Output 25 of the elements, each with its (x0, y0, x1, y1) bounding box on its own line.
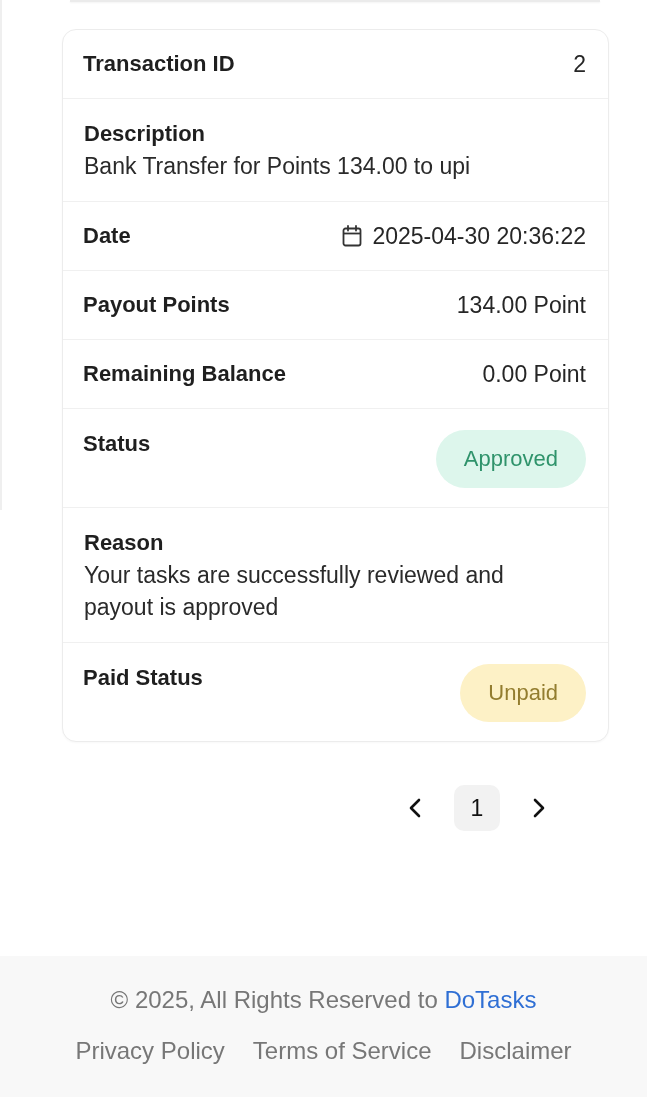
status-badge: Approved (435, 430, 586, 488)
field-value: 134.00 Point (456, 291, 586, 319)
field-value: 2 (573, 50, 586, 78)
field-label: Paid Status (83, 664, 203, 692)
field-value: Bank Transfer for Points 134.00 to upi (84, 152, 472, 181)
field-label: Payout Points (83, 291, 230, 319)
status-badge: Unpaid (460, 664, 586, 722)
field-label: Date (83, 222, 131, 250)
field-label: Status (83, 430, 151, 458)
footer-link[interactable]: Privacy Policy (75, 1037, 225, 1065)
page-button[interactable]: 1 (454, 785, 500, 831)
field-label: Reason (84, 529, 165, 557)
copyright-text: © 2025, All Rights Reserved to DoTasks (109, 986, 538, 1014)
footer-link[interactable]: Disclaimer (459, 1037, 572, 1065)
field-value: 0.00 Point (482, 360, 586, 388)
chevron-left-icon (409, 798, 421, 818)
calendar-icon (342, 225, 363, 247)
field-label: Description (84, 120, 207, 148)
field-label: Remaining Balance (83, 360, 286, 388)
field-value: Your tasks are successfully reviewed and payout is approved (84, 561, 505, 622)
field-label: Transaction ID (83, 50, 235, 78)
date-value: 2025-04-30 20:36:22 (372, 222, 586, 250)
brand-link[interactable]: DoTasks (444, 986, 537, 1013)
footer-link[interactable]: Terms of Service (252, 1037, 432, 1065)
chevron-right-icon (533, 798, 545, 818)
